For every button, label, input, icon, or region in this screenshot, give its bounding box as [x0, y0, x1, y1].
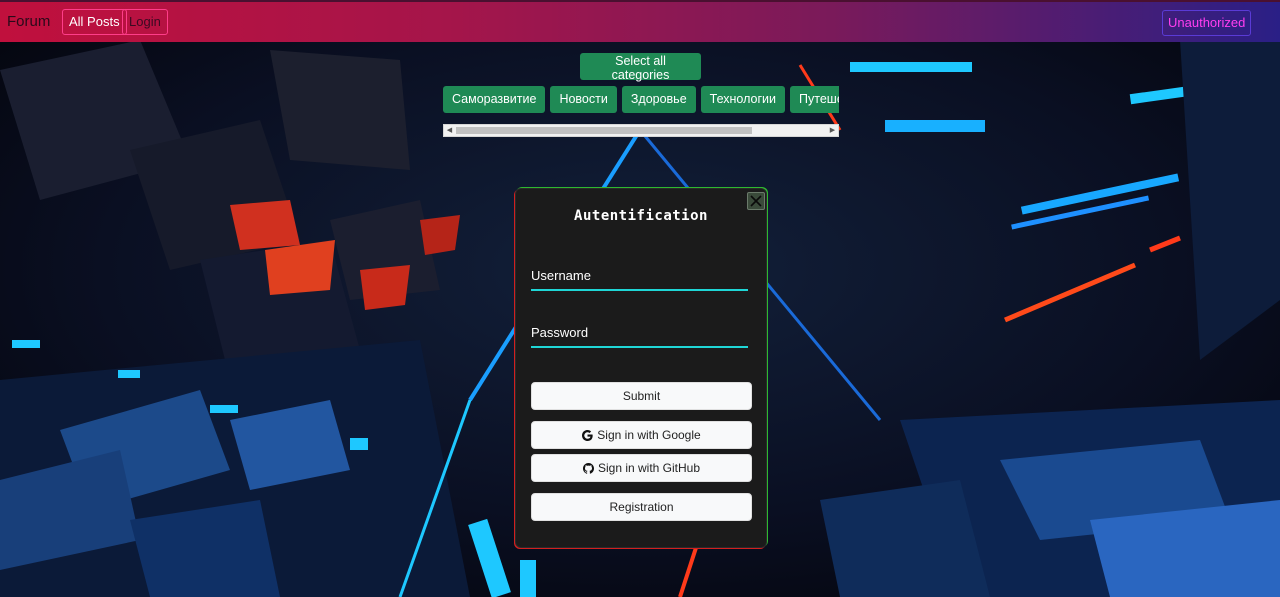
submit-label: Submit	[622, 389, 661, 403]
google-icon	[582, 429, 593, 441]
github-signin-button[interactable]: Sign in with GitHub	[531, 454, 752, 482]
google-signin-label: Sign in with Google	[597, 428, 701, 442]
submit-button[interactable]: Submit	[531, 382, 752, 410]
login-button[interactable]: Login	[122, 9, 168, 35]
close-icon	[750, 195, 762, 207]
category-button[interactable]: Саморазвитие	[443, 86, 546, 113]
chevron-left-icon[interactable]: ◀	[444, 125, 455, 136]
category-button[interactable]: Технологии	[700, 86, 786, 113]
username-input[interactable]	[531, 267, 748, 289]
username-underline	[531, 289, 748, 291]
password-underline	[531, 346, 748, 348]
auth-modal: Autentification Username Password Submit…	[515, 188, 767, 548]
all-posts-button[interactable]: All Posts	[62, 9, 127, 35]
close-button[interactable]	[747, 192, 765, 210]
modal-title: Autentification	[574, 208, 708, 224]
category-button[interactable]: Здоровье	[621, 86, 696, 113]
chevron-right-icon[interactable]: ▶	[827, 125, 838, 136]
brand-logo[interactable]: Forum	[7, 13, 50, 30]
category-scrollbar[interactable]: ◀ ▶	[443, 124, 839, 137]
registration-button[interactable]: Registration	[531, 493, 752, 521]
github-icon	[582, 462, 594, 474]
google-signin-button[interactable]: Sign in with Google	[531, 421, 752, 449]
select-all-categories-button[interactable]: Select all categories	[580, 53, 701, 82]
category-button[interactable]: Путешествия	[790, 86, 839, 113]
github-signin-label: Sign in with GitHub	[597, 461, 701, 475]
auth-status-badge: Unauthorized	[1162, 10, 1252, 36]
scrollbar-thumb[interactable]	[456, 127, 752, 134]
category-button[interactable]: Новости	[550, 86, 617, 113]
registration-label: Registration	[609, 500, 674, 514]
navbar: Forum All Posts Login Unauthorized	[0, 0, 1280, 42]
password-input[interactable]	[531, 324, 748, 346]
category-list: Саморазвитие Новости Здоровье Технологии Пут…	[443, 86, 839, 114]
